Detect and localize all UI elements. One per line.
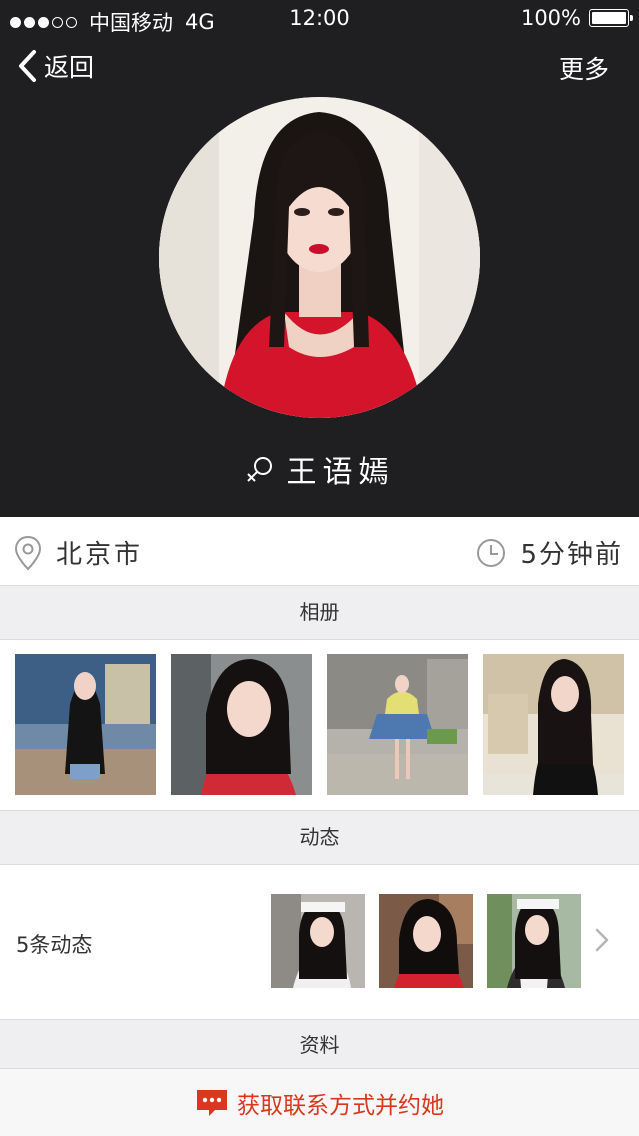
location-pin-icon [14, 535, 42, 570]
feed-photo[interactable] [487, 894, 581, 988]
battery-percent: 100% [520, 6, 581, 30]
feed-count: 5条动态 [16, 933, 93, 957]
info-row: 北京市 5分钟前 [0, 517, 639, 585]
back-label: 返回 [44, 53, 95, 82]
battery-icon [589, 9, 633, 27]
last-active-text: 5分钟前 [520, 540, 623, 570]
album-photo[interactable] [327, 654, 468, 795]
profile-name: 王语嫣 [286, 455, 395, 490]
contact-label: 获取联系方式并约她 [237, 1092, 444, 1119]
section-header-feed: 动态 [0, 810, 639, 865]
chat-bubble-icon [197, 1089, 227, 1116]
chevron-right-icon [595, 928, 609, 952]
last-active: 5分钟前 [476, 534, 623, 571]
name-row: 王语嫣 [0, 447, 639, 491]
status-right: 100% [520, 6, 633, 30]
female-gender-icon [246, 457, 272, 482]
contact-button[interactable]: 获取联系方式并约她 [0, 1068, 639, 1136]
album-photo[interactable] [483, 654, 624, 795]
location: 北京市 [14, 534, 143, 571]
feed-photo[interactable] [271, 894, 365, 988]
section-header-info: 资料 [0, 1019, 639, 1069]
section-header-album: 相册 [0, 585, 639, 640]
back-button[interactable]: 返回 [16, 48, 94, 84]
avatar-image [159, 97, 480, 418]
nav-bar: 返回 更多 [0, 40, 639, 92]
chevron-left-icon [19, 50, 36, 82]
location-text: 北京市 [56, 540, 144, 570]
album-photo[interactable] [171, 654, 312, 795]
feed-row[interactable]: 5条动态 [0, 865, 639, 1019]
more-button[interactable]: 更多 [559, 50, 609, 86]
profile-header: 中国移动 4G 12:00 100% 返回 更多 王语嫣 [0, 0, 639, 517]
status-bar: 中国移动 4G 12:00 100% [0, 0, 639, 38]
album-grid [0, 640, 639, 810]
feed-photo[interactable] [379, 894, 473, 988]
clock-icon [477, 538, 506, 567]
album-photo[interactable] [15, 654, 156, 795]
avatar[interactable] [159, 97, 480, 418]
